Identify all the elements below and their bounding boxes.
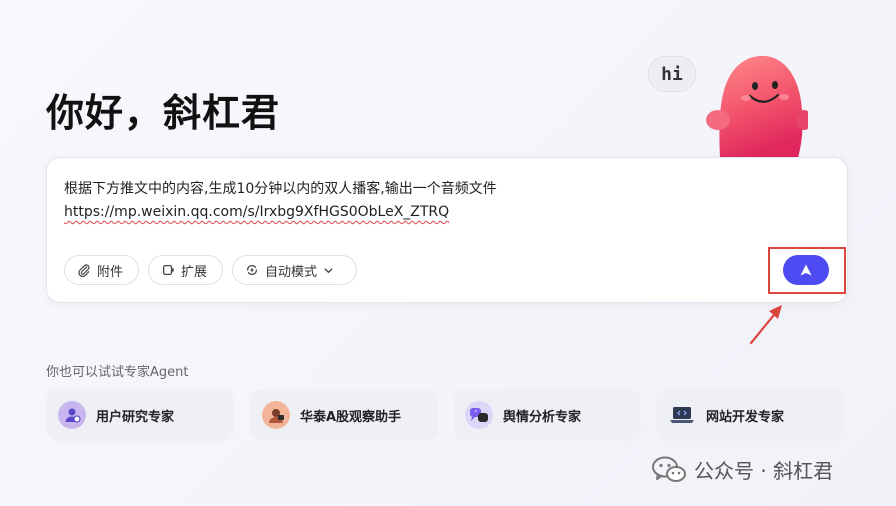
greeting-title: 你好，斜杠君 xyxy=(46,91,281,135)
mode-select[interactable]: 自动模式 xyxy=(232,255,357,285)
chevron-down-icon xyxy=(324,267,333,273)
hi-speech-bubble: hi xyxy=(648,56,696,92)
paperclip-icon xyxy=(78,264,90,277)
attach-button[interactable]: 附件 xyxy=(64,255,139,285)
expand-button[interactable]: 扩展 xyxy=(148,255,223,285)
laptop-code-icon xyxy=(668,401,696,429)
watermark-text: 公众号 · 斜杠君 xyxy=(694,459,834,483)
expert-label: 用户研究专家 xyxy=(96,409,175,425)
expert-label: 华泰A股观察助手 xyxy=(300,409,402,425)
expert-card-stock-assistant[interactable]: 华泰A股观察助手 xyxy=(250,389,438,441)
stock-analyst-icon xyxy=(262,401,290,429)
expand-label: 扩展 xyxy=(181,264,208,280)
plugin-icon xyxy=(162,264,174,276)
expert-card-sentiment-analysis[interactable]: 舆情分析专家 xyxy=(453,389,641,441)
send-button-highlight xyxy=(768,247,846,294)
auto-mode-icon xyxy=(247,265,257,275)
wechat-icon xyxy=(652,456,686,482)
expert-card-web-dev[interactable]: 网站开发专家 xyxy=(656,389,844,441)
attach-label: 附件 xyxy=(97,264,124,280)
expert-label: 网站开发专家 xyxy=(706,409,785,425)
expert-section-title: 你也可以试试专家Agent xyxy=(46,365,189,380)
mode-label: 自动模式 xyxy=(265,264,318,280)
pointer-arrow-annotation xyxy=(749,305,782,345)
expert-card-user-research[interactable]: 用户研究专家 xyxy=(46,389,234,441)
prompt-text-line-1[interactable]: 根据下方推文中的内容,生成10分钟以内的双人播客,输出一个音频文件 xyxy=(64,178,497,198)
wechat-watermark: 公众号 · 斜杠君 xyxy=(652,455,833,484)
expert-label: 舆情分析专家 xyxy=(503,409,582,425)
sentiment-icon xyxy=(465,401,493,429)
prompt-text-line-2[interactable]: https://mp.weixin.qq.com/s/Irxbg9XfHGS0O… xyxy=(64,204,449,220)
user-research-icon xyxy=(58,401,86,429)
prompt-input-card[interactable]: 根据下方推文中的内容,生成10分钟以内的双人播客,输出一个音频文件 https:… xyxy=(46,157,848,303)
